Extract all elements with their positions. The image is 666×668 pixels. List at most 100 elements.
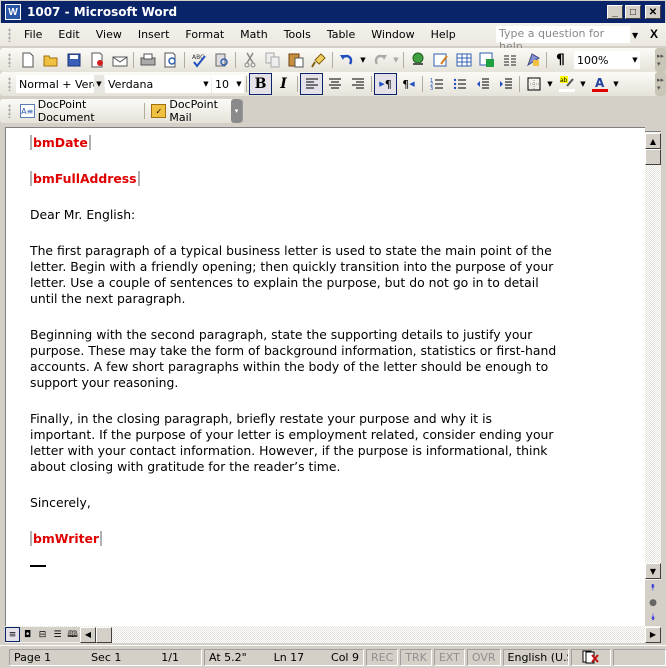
menu-edit[interactable]: Edit <box>50 28 87 41</box>
decrease-indent-icon[interactable] <box>471 73 494 95</box>
scroll-left-button[interactable]: ◀ <box>80 626 96 643</box>
spelling-icon[interactable]: ABC <box>187 49 210 71</box>
status-ext[interactable]: EXT <box>433 648 465 666</box>
zoom-select[interactable]: 100% <box>574 51 630 69</box>
bold-button[interactable]: B <box>249 73 272 95</box>
open-folder-icon[interactable] <box>39 49 62 71</box>
docpoint-mail-button[interactable]: ✓ DocPoint Mail <box>147 98 242 124</box>
redo-dropdown[interactable]: ▼ <box>391 56 401 64</box>
reading-layout-view-button[interactable]: 🕮 <box>65 627 80 642</box>
minimize-button[interactable]: _ <box>607 5 623 19</box>
close-document-button[interactable]: X <box>650 27 658 41</box>
document-body[interactable]: bmDate bmFullAddress Dear Mr. English: T… <box>30 135 620 567</box>
spelling-status-icon[interactable] <box>570 648 611 666</box>
status-rec[interactable]: REC <box>366 648 399 666</box>
save-icon[interactable] <box>62 49 85 71</box>
print-layout-view-button[interactable]: ⊟ <box>35 627 50 642</box>
hscroll-thumb[interactable] <box>96 626 112 643</box>
highlight-icon[interactable]: ab <box>555 73 578 95</box>
scroll-up-button[interactable]: ▲ <box>645 133 661 149</box>
show-hide-formatting-icon[interactable]: ¶ <box>549 49 572 71</box>
paste-icon[interactable] <box>284 49 307 71</box>
web-layout-view-button[interactable]: ◘ <box>20 627 35 642</box>
menu-table[interactable]: Table <box>319 28 363 41</box>
undo-dropdown[interactable]: ▼ <box>358 56 368 64</box>
split-box[interactable] <box>645 127 661 132</box>
font-dropdown[interactable]: ▼ <box>201 75 211 93</box>
cut-icon[interactable] <box>238 49 261 71</box>
menu-math[interactable]: Math <box>232 28 276 41</box>
borders-dropdown[interactable]: ▼ <box>545 80 555 88</box>
align-center-button[interactable] <box>323 73 346 95</box>
style-dropdown[interactable]: ▼ <box>94 75 104 93</box>
normal-view-button[interactable]: ≡ <box>5 627 20 642</box>
copy-icon[interactable] <box>261 49 284 71</box>
style-select[interactable]: Normal + Verda <box>16 75 94 93</box>
bookmark-writer[interactable]: bmWriter <box>30 531 103 546</box>
toolbar-grip[interactable] <box>8 104 11 118</box>
menu-file[interactable]: File <box>16 28 50 41</box>
previous-page-icon[interactable]: ⯭ <box>650 583 655 593</box>
select-browse-object-icon[interactable]: ● <box>649 598 657 608</box>
bookmark-date[interactable]: bmDate <box>30 135 91 150</box>
highlight-dropdown[interactable]: ▼ <box>578 80 588 88</box>
columns-icon[interactable] <box>498 49 521 71</box>
bullets-icon[interactable] <box>448 73 471 95</box>
print-preview-icon[interactable] <box>159 49 182 71</box>
email-icon[interactable] <box>108 49 131 71</box>
print-icon[interactable] <box>136 49 159 71</box>
scroll-down-button[interactable]: ▼ <box>645 563 661 579</box>
scroll-thumb[interactable] <box>645 149 661 165</box>
scroll-right-button[interactable]: ▶ <box>645 626 661 643</box>
new-document-icon[interactable] <box>16 49 39 71</box>
permission-icon[interactable] <box>85 49 108 71</box>
left-to-right-button[interactable]: ▶ ¶ <box>374 73 397 95</box>
zoom-dropdown[interactable]: ▼ <box>630 51 640 69</box>
toolbar-grip[interactable] <box>8 27 11 42</box>
docpoint-document-button[interactable]: A≡ DocPoint Document <box>16 98 143 124</box>
numbering-icon[interactable]: 123 <box>425 73 448 95</box>
horizontal-scrollbar[interactable]: ≡ ◘ ⊟ ☰ 🕮 ◀ ▶ <box>5 626 661 643</box>
font-select[interactable]: Verdana <box>105 75 201 93</box>
status-language[interactable]: English (U.S <box>502 648 569 666</box>
borders-icon[interactable] <box>522 73 545 95</box>
toolbar-options-button[interactable]: ▸▸ ▾ <box>655 48 666 72</box>
menu-insert[interactable]: Insert <box>130 28 178 41</box>
menu-tools[interactable]: Tools <box>276 28 319 41</box>
maximize-button[interactable]: □ <box>625 5 641 19</box>
font-color-dropdown[interactable]: ▼ <box>611 80 621 88</box>
menu-window[interactable]: Window <box>363 28 422 41</box>
help-search-input[interactable]: Type a question for help <box>496 26 630 53</box>
toolbar-grip[interactable] <box>8 77 11 91</box>
right-to-left-button[interactable]: ¶ ◀ <box>397 73 420 95</box>
insert-table-icon[interactable] <box>452 49 475 71</box>
close-button[interactable]: ✕ <box>645 5 661 19</box>
status-ovr[interactable]: OVR <box>466 648 501 666</box>
drawing-icon[interactable] <box>521 49 544 71</box>
menu-help[interactable]: Help <box>423 28 464 41</box>
toolbar-options-button[interactable]: ▾ <box>231 99 242 123</box>
menu-view[interactable]: View <box>88 28 130 41</box>
undo-icon[interactable] <box>335 49 358 71</box>
hyperlink-icon[interactable] <box>406 49 429 71</box>
menu-format[interactable]: Format <box>177 28 232 41</box>
italic-button[interactable]: I <box>272 73 295 95</box>
increase-indent-icon[interactable] <box>494 73 517 95</box>
font-size-select[interactable]: 10 <box>212 75 234 93</box>
insert-excel-icon[interactable] <box>475 49 498 71</box>
next-page-icon[interactable]: ⯯ <box>650 613 655 623</box>
bookmark-full-address[interactable]: bmFullAddress <box>30 171 140 186</box>
align-right-button[interactable] <box>346 73 369 95</box>
align-left-button[interactable] <box>300 73 323 95</box>
document-page[interactable]: bmDate bmFullAddress Dear Mr. English: T… <box>5 127 645 626</box>
research-icon[interactable] <box>210 49 233 71</box>
font-color-icon[interactable]: A <box>588 73 611 95</box>
outline-view-button[interactable]: ☰ <box>50 627 65 642</box>
chevron-down-icon[interactable]: ▼ <box>632 31 638 40</box>
tables-borders-icon[interactable] <box>429 49 452 71</box>
redo-icon[interactable] <box>368 49 391 71</box>
format-painter-icon[interactable] <box>307 49 330 71</box>
vertical-scrollbar[interactable]: ▲ ▼ <box>645 127 661 626</box>
status-trk[interactable]: TRK <box>400 648 432 666</box>
toolbar-grip[interactable] <box>8 53 11 67</box>
